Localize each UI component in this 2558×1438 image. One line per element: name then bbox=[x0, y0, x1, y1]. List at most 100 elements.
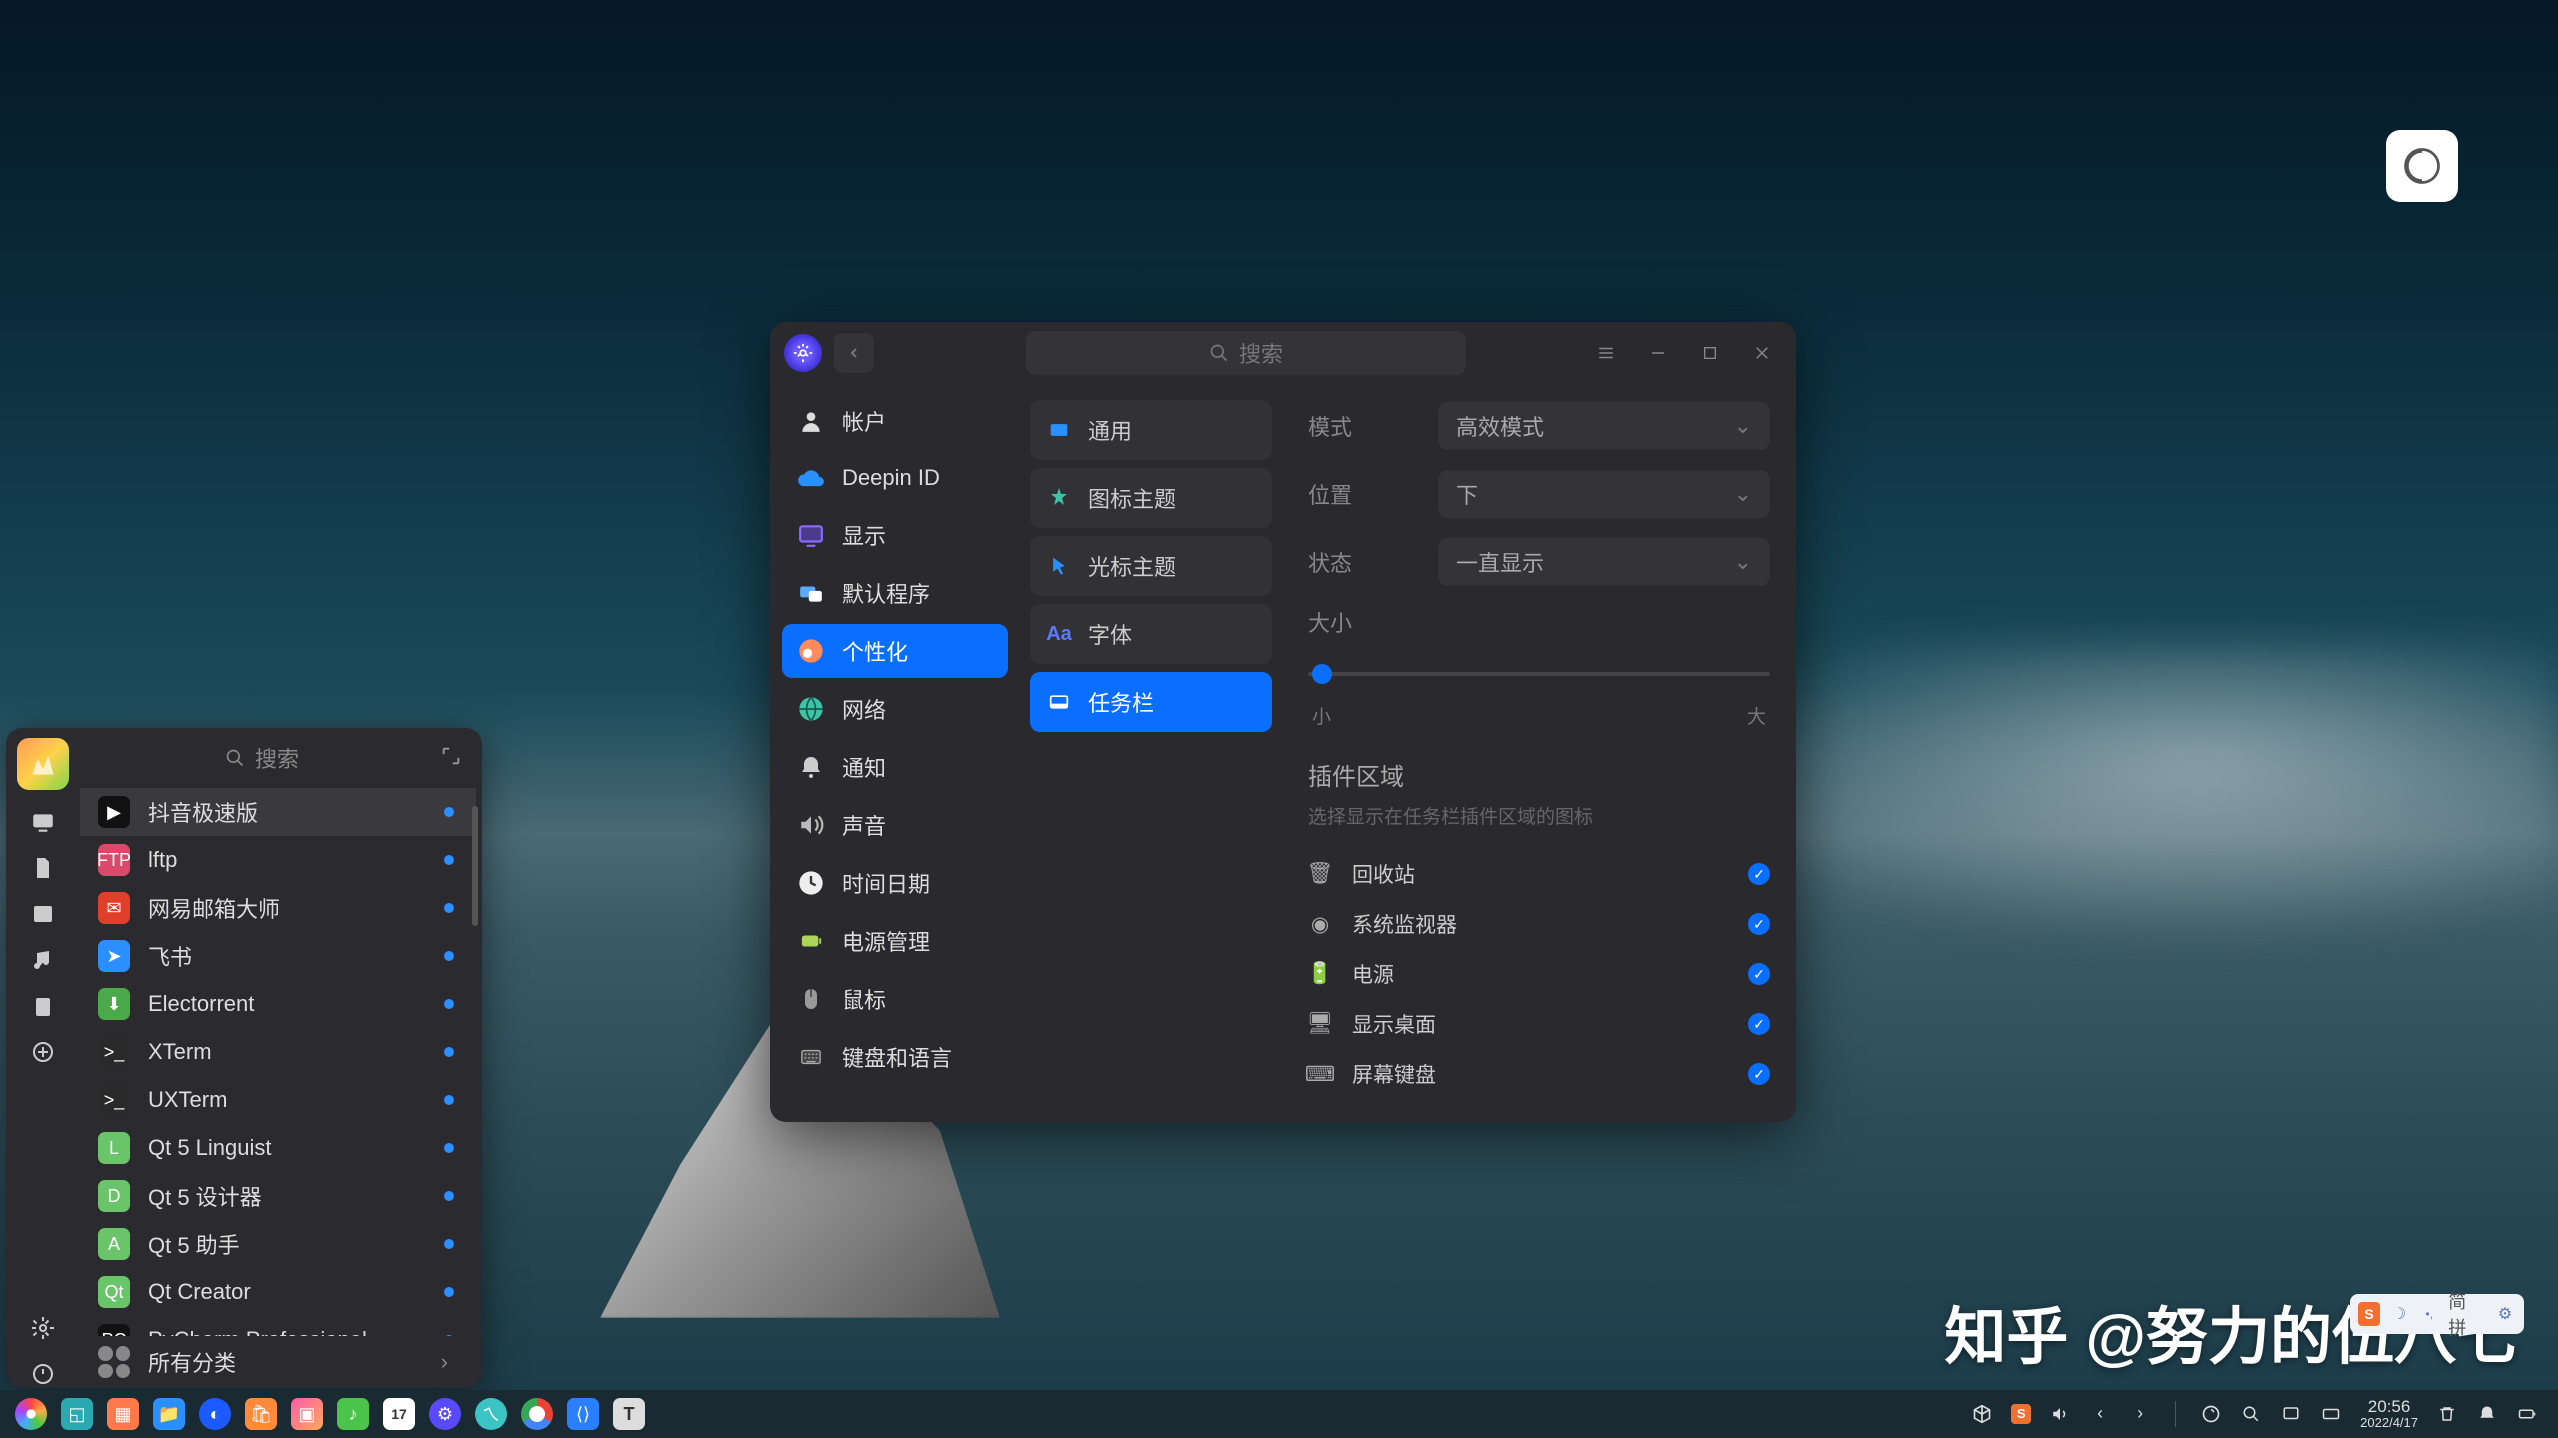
launcher-app-item[interactable]: ✉网易邮箱大师 bbox=[80, 884, 476, 932]
tray-sogou-icon[interactable]: S bbox=[2011, 1404, 2031, 1424]
mode-select[interactable]: 高效模式 ⌄ bbox=[1438, 402, 1770, 450]
taskbar-settings[interactable]: ⚙ bbox=[424, 1393, 466, 1435]
desktop-rime-icon[interactable] bbox=[2386, 130, 2458, 202]
launcher-music-icon[interactable] bbox=[29, 946, 57, 974]
settings-search[interactable]: 搜索 bbox=[1026, 331, 1466, 375]
slider-thumb[interactable] bbox=[1312, 664, 1332, 684]
taskbar-app-store[interactable]: 🛍 bbox=[240, 1393, 282, 1435]
plugin-toggle[interactable]: ✓ bbox=[1748, 963, 1770, 985]
launcher-documents-icon[interactable] bbox=[29, 854, 57, 882]
close-button[interactable] bbox=[1742, 333, 1782, 373]
app-indicator-dot bbox=[444, 1335, 454, 1336]
launcher-app-item[interactable]: QtQt Creator bbox=[80, 1268, 476, 1316]
settings-sidebar-network[interactable]: 网络 bbox=[782, 682, 1008, 736]
back-button[interactable] bbox=[834, 333, 874, 373]
taskbar-browser[interactable]: ◐ bbox=[194, 1393, 236, 1435]
maximize-button[interactable] bbox=[1690, 333, 1730, 373]
launcher-app-item[interactable]: FTPlftp bbox=[80, 836, 476, 884]
menu-button[interactable] bbox=[1586, 333, 1626, 373]
taskbar-rime[interactable]: ㄟ bbox=[470, 1393, 512, 1435]
settings-sidebar-bell[interactable]: 通知 bbox=[782, 740, 1008, 794]
settings-sidebar-keyboard[interactable]: 键盘和语言 bbox=[782, 1030, 1008, 1084]
launcher-expand-icon[interactable] bbox=[440, 745, 466, 771]
tray-search-icon[interactable] bbox=[2240, 1403, 2262, 1425]
position-select[interactable]: 下 ⌄ bbox=[1438, 470, 1770, 518]
launcher-app-item[interactable]: ▶抖音极速版 bbox=[80, 788, 476, 836]
launcher-app-item[interactable]: PCPyCharm Professional bbox=[80, 1316, 476, 1336]
plugin-toggle[interactable]: ✓ bbox=[1748, 1013, 1770, 1035]
launcher-search[interactable]: 搜索 bbox=[96, 742, 428, 774]
launcher-app-item[interactable]: >_XTerm bbox=[80, 1028, 476, 1076]
minimize-button[interactable] bbox=[1638, 333, 1678, 373]
plugin-section-title: 插件区域 bbox=[1308, 757, 1770, 792]
launcher-settings-icon[interactable] bbox=[29, 1314, 57, 1342]
app-indicator-dot bbox=[444, 807, 454, 817]
app-label: PyCharm Professional bbox=[148, 1327, 367, 1336]
launcher-app-item[interactable]: DQt 5 设计器 bbox=[80, 1172, 476, 1220]
tray-keyboard-icon[interactable] bbox=[2320, 1403, 2342, 1425]
ime-panel[interactable]: S ☽ •, 简 拼 ⚙ bbox=[2350, 1294, 2524, 1334]
settings-sidebar-display[interactable]: 显示 bbox=[782, 508, 1008, 562]
ime-settings-icon[interactable]: ⚙ bbox=[2494, 1302, 2516, 1326]
taskbar-text[interactable]: T bbox=[608, 1393, 650, 1435]
taskbar-music[interactable]: ♪ bbox=[332, 1393, 374, 1435]
plugin-toggle[interactable]: ✓ bbox=[1748, 863, 1770, 885]
settings-sidebar-mouse[interactable]: 鼠标 bbox=[782, 972, 1008, 1026]
launcher-button[interactable] bbox=[10, 1393, 52, 1435]
settings-sidebar-user[interactable]: 帐户 bbox=[782, 394, 1008, 448]
launcher-power-icon[interactable] bbox=[29, 1360, 57, 1388]
tray-cube-icon[interactable] bbox=[1971, 1403, 1993, 1425]
launcher-pictures-icon[interactable] bbox=[29, 900, 57, 928]
launcher-app-item[interactable]: >_UXTerm bbox=[80, 1076, 476, 1124]
launcher-app-item[interactable]: ➤飞书 bbox=[80, 932, 476, 980]
settings-sidebar-power[interactable]: 电源管理 bbox=[782, 914, 1008, 968]
launcher-scrollbar[interactable] bbox=[472, 806, 478, 926]
settings-mid-icontheme[interactable]: 图标主题 bbox=[1030, 468, 1272, 528]
sidebar-label: 电源管理 bbox=[842, 925, 930, 957]
launcher-app-item[interactable]: AQt 5 助手 bbox=[80, 1220, 476, 1268]
settings-sidebar-cloud[interactable]: Deepin ID bbox=[782, 452, 1008, 504]
launcher-computer-icon[interactable] bbox=[29, 808, 57, 836]
app-label: 飞书 bbox=[148, 940, 192, 972]
tray-volume-icon[interactable] bbox=[2049, 1403, 2071, 1425]
settings-mid-cursor[interactable]: 光标主题 bbox=[1030, 536, 1272, 596]
taskbar-app-1[interactable]: ▦ bbox=[102, 1393, 144, 1435]
tray-notification-icon[interactable] bbox=[2476, 1403, 2498, 1425]
tray-trash-icon[interactable] bbox=[2436, 1403, 2458, 1425]
settings-sidebar-clock[interactable]: 时间日期 bbox=[782, 856, 1008, 910]
status-select[interactable]: 一直显示 ⌄ bbox=[1438, 538, 1770, 586]
taskbar-multitasking[interactable]: ◱ bbox=[56, 1393, 98, 1435]
settings-sidebar-defaults[interactable]: 默认程序 bbox=[782, 566, 1008, 620]
launcher-control-icon[interactable] bbox=[29, 1038, 57, 1066]
tray-battery-icon[interactable] bbox=[2516, 1403, 2538, 1425]
plugin-toggle[interactable]: ✓ bbox=[1748, 1063, 1770, 1085]
settings-mid-general[interactable]: 通用 bbox=[1030, 400, 1272, 460]
size-slider[interactable] bbox=[1308, 654, 1770, 694]
sidebar-label: 通知 bbox=[842, 751, 886, 783]
taskbar-files[interactable]: 📁 bbox=[148, 1393, 190, 1435]
launcher-logo[interactable] bbox=[17, 738, 69, 790]
launcher-app-item[interactable]: ⬇Electorrent bbox=[80, 980, 476, 1028]
launcher-search-placeholder: 搜索 bbox=[255, 742, 299, 774]
launcher-app-item[interactable]: LQt 5 Linguist bbox=[80, 1124, 476, 1172]
launcher-downloads-icon[interactable] bbox=[29, 992, 57, 1020]
launcher-sidebar bbox=[6, 728, 80, 1388]
tray-expand-right-icon[interactable]: › bbox=[2129, 1403, 2151, 1425]
tray-assistant-icon[interactable] bbox=[2200, 1403, 2222, 1425]
tray-expand-left-icon[interactable]: ‹ bbox=[2089, 1403, 2111, 1425]
taskbar-chrome[interactable] bbox=[516, 1393, 558, 1435]
launcher-all-categories[interactable]: 所有分类 › bbox=[80, 1336, 482, 1388]
settings-mid-taskbar[interactable]: 任务栏 bbox=[1030, 672, 1272, 732]
chevron-down-icon: ⌄ bbox=[1734, 481, 1752, 507]
taskbar-photos[interactable]: ▣ bbox=[286, 1393, 328, 1435]
app-indicator-dot bbox=[444, 1287, 454, 1297]
settings-sidebar-personalize[interactable]: 个性化 bbox=[782, 624, 1008, 678]
taskbar-clock[interactable]: 20:56 2022/4/17 bbox=[2360, 1398, 2418, 1431]
icontheme-icon bbox=[1046, 485, 1072, 511]
plugin-toggle[interactable]: ✓ bbox=[1748, 913, 1770, 935]
taskbar-calendar[interactable]: 17 bbox=[378, 1393, 420, 1435]
settings-sidebar-sound[interactable]: 声音 bbox=[782, 798, 1008, 852]
settings-mid-font[interactable]: Aa字体 bbox=[1030, 604, 1272, 664]
tray-desktop-icon[interactable] bbox=[2280, 1403, 2302, 1425]
taskbar-vscode[interactable]: ⟨⟩ bbox=[562, 1393, 604, 1435]
